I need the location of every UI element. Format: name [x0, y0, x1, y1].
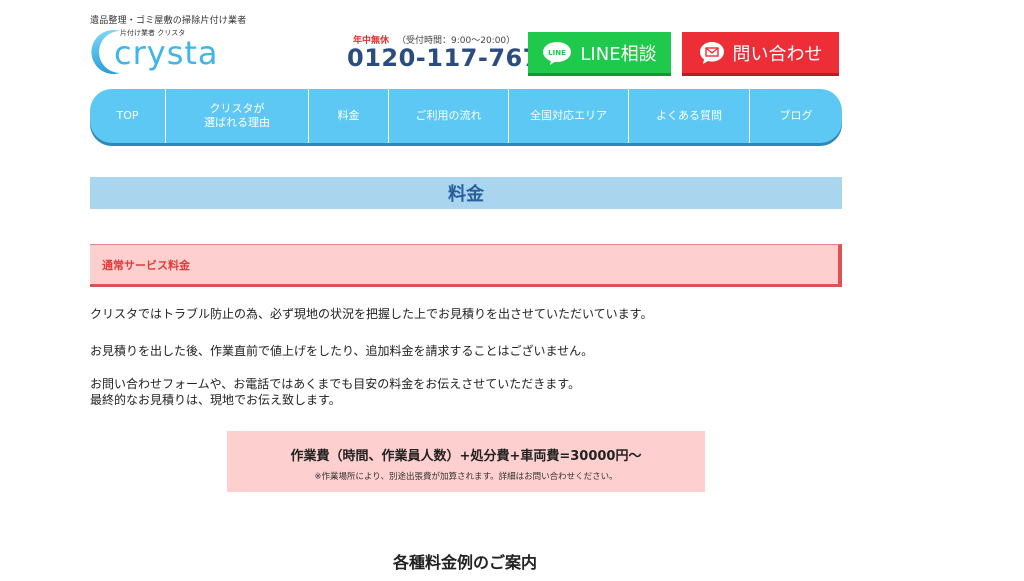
nav-item-top[interactable]: TOP	[90, 89, 166, 143]
nav-label: TOP	[116, 109, 139, 123]
nav-label: よくある質問	[656, 109, 722, 123]
page-title: 料金	[90, 177, 842, 209]
nav-label: ブログ	[779, 109, 813, 123]
logo-wordmark: crysta	[114, 34, 219, 72]
main-nav: TOP クリスタが 選ばれる理由 料金 ご利用の流れ 全国対応エリア よくある質…	[90, 89, 842, 143]
nav-label: 料金	[337, 109, 360, 123]
nav-item-price[interactable]: 料金	[309, 89, 389, 143]
section-heading: 通常サービス料金	[90, 244, 842, 287]
line-icon-text: LINE	[549, 49, 567, 57]
line-button-label: LINE相談	[580, 43, 657, 65]
nav-item-area[interactable]: 全国対応エリア	[509, 89, 629, 143]
site-tagline: 遺品整理・ゴミ屋敷の掃除片付け業者	[90, 16, 247, 26]
envelope-icon	[699, 41, 725, 65]
line-consult-button[interactable]: LINE LINE相談	[528, 32, 671, 73]
line-chat-icon: LINE	[542, 41, 572, 65]
nav-item-blog[interactable]: ブログ	[750, 89, 842, 143]
nav-label: ご利用の流れ	[415, 109, 482, 123]
paragraph: お問い合わせフォームや、お電話ではあくまでも目安の料金をお伝えさせていただきます…	[90, 377, 581, 407]
nav-item-flow[interactable]: ご利用の流れ	[389, 89, 509, 143]
site-logo[interactable]: 片付け業者 クリスタ crysta	[90, 26, 220, 82]
paragraph: クリスタではトラブル防止の為、必ず現地の状況を把握した上でお見積りを出させていた…	[90, 307, 653, 321]
contact-button[interactable]: 問い合わせ	[682, 32, 839, 73]
price-formula: 作業費（時間、作業員人数）+処分費+車両費=30000円〜	[290, 449, 642, 464]
examples-heading: 各種料金例のご案内	[392, 553, 537, 572]
nav-item-faq[interactable]: よくある質問	[629, 89, 750, 143]
nav-item-reasons[interactable]: クリスタが 選ばれる理由	[166, 89, 309, 143]
contact-button-label: 問い合わせ	[732, 43, 823, 65]
paragraph: お見積りを出した後、作業直前で値上げをしたり、追加料金を請求することはございませ…	[90, 344, 594, 358]
nav-label: クリスタが 選ばれる理由	[204, 102, 270, 129]
nav-label: 全国対応エリア	[530, 109, 607, 123]
phone-number[interactable]: 0120-117-767	[347, 44, 540, 72]
price-note: ※作業場所により、別途出張費が加算されます。詳細はお問い合わせください。	[314, 472, 618, 482]
price-box: 作業費（時間、作業員人数）+処分費+車両費=30000円〜 ※作業場所により、別…	[227, 431, 705, 492]
